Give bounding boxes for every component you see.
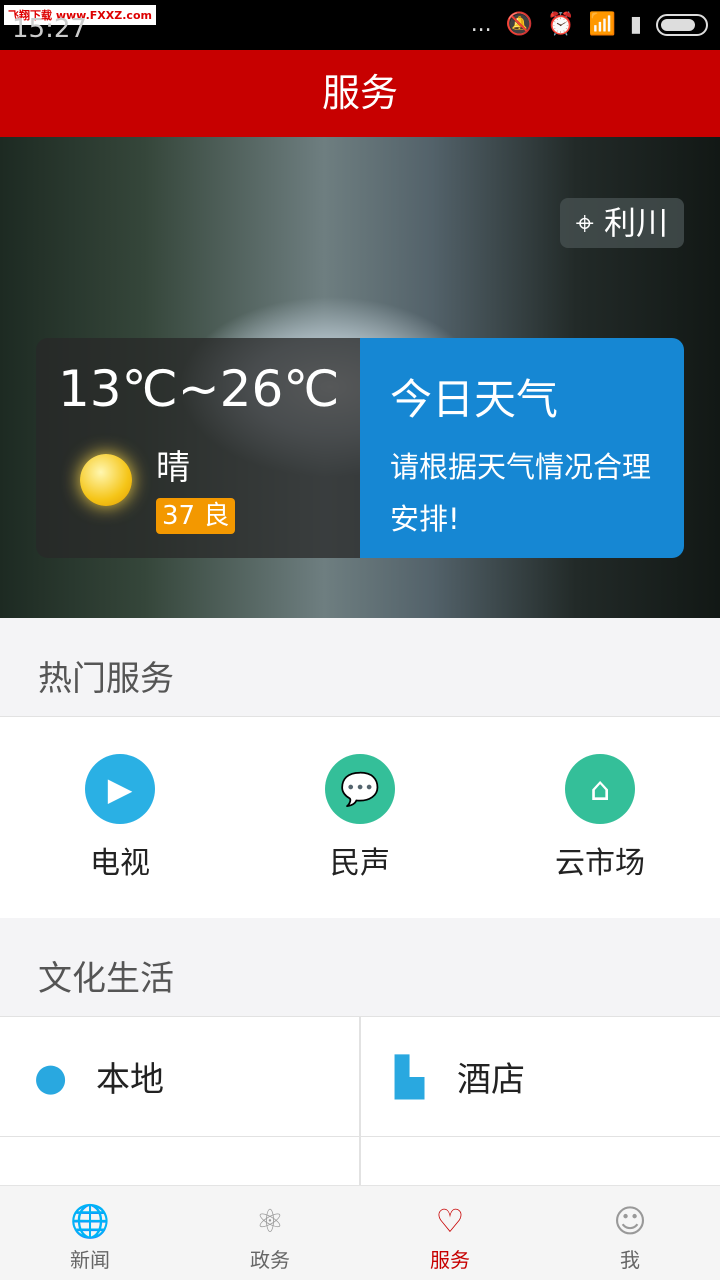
tab-label: 政务 [250, 1248, 290, 1272]
battery-icon [656, 13, 708, 36]
bottom-nav: 🌐 新闻 ⚛ 政务 ♡ 服务 ☺ 我 [0, 1185, 720, 1280]
location-label: 利川 [603, 204, 668, 242]
tab-government[interactable]: ⚛ 政务 [180, 1186, 360, 1280]
hearts-icon: ♡ [435, 1202, 465, 1240]
tab-me[interactable]: ☺ 我 [540, 1186, 720, 1280]
tab-news[interactable]: 🌐 新闻 [0, 1186, 180, 1280]
user-icon: ☺ [613, 1202, 647, 1240]
service-label: 云市场 [555, 846, 645, 881]
tab-label: 服务 [430, 1248, 470, 1272]
tab-label: 新闻 [70, 1248, 110, 1272]
alarm-icon: ⏰ [547, 12, 575, 37]
wifi-icon: 📶 [588, 12, 616, 37]
service-label: 电视 [90, 846, 150, 881]
chat-icon: 💬 [325, 754, 395, 824]
tv-icon: ▶ [85, 754, 155, 824]
weather-condition: 晴 [156, 448, 190, 488]
section-title-hot: 热门服务 [0, 618, 720, 717]
cell-label: 酒店 [457, 1060, 525, 1100]
service-label: 民声 [330, 846, 390, 881]
cloud-market-icon: ⌂ [565, 754, 635, 824]
culture-local[interactable]: ● 本地 [0, 1017, 359, 1136]
tab-label: 我 [620, 1248, 640, 1272]
hot-services: ▶ 电视 💬 民声 ⌂ 云市场 [0, 717, 720, 918]
service-minsheng[interactable]: 💬 民声 [240, 717, 480, 918]
cell-label: 本地 [96, 1060, 164, 1100]
service-tv[interactable]: ▶ 电视 [0, 717, 240, 918]
page-title: 服务 [0, 50, 720, 137]
weather-title: 今日天气 [390, 375, 559, 424]
sun-icon [80, 454, 132, 506]
weather-card[interactable]: 13℃~26℃ 晴 37 良 今日天气 请根据天气情况合理安排! [36, 338, 684, 558]
atom-icon: ⚛ [255, 1202, 285, 1240]
aqi-badge: 37 良 [156, 498, 236, 534]
weather-message: 请根据天气情况合理安排! [390, 450, 652, 536]
clock: 15:27 [12, 14, 87, 44]
culture-hotel[interactable]: ▙ 酒店 [359, 1017, 720, 1136]
temperature-range: 13℃~26℃ [58, 360, 340, 418]
service-cloud-market[interactable]: ⌂ 云市场 [480, 717, 720, 918]
building-icon: ▙ [395, 1054, 425, 1099]
status-bar: 飞翔下载 www.FXXZ.com 15:27 ... 🔕 ⏰ 📶 ▮ [0, 0, 720, 50]
globe-icon: 🌐 [70, 1202, 110, 1240]
section-title-culture: 文化生活 [0, 918, 720, 1017]
weather-banner: ⌖ 利川 13℃~26℃ 晴 37 良 今日天气 请根据天气情况合理安排! [0, 137, 720, 618]
location-button[interactable]: ⌖ 利川 [559, 198, 684, 248]
location-pin-icon: ● [34, 1054, 68, 1099]
signal-icon: ▮ [629, 12, 642, 37]
more-dots-icon: ... [470, 12, 492, 37]
tab-services[interactable]: ♡ 服务 [360, 1186, 540, 1280]
mute-icon: 🔕 [505, 12, 534, 37]
location-pin-icon: ⌖ [575, 204, 594, 242]
